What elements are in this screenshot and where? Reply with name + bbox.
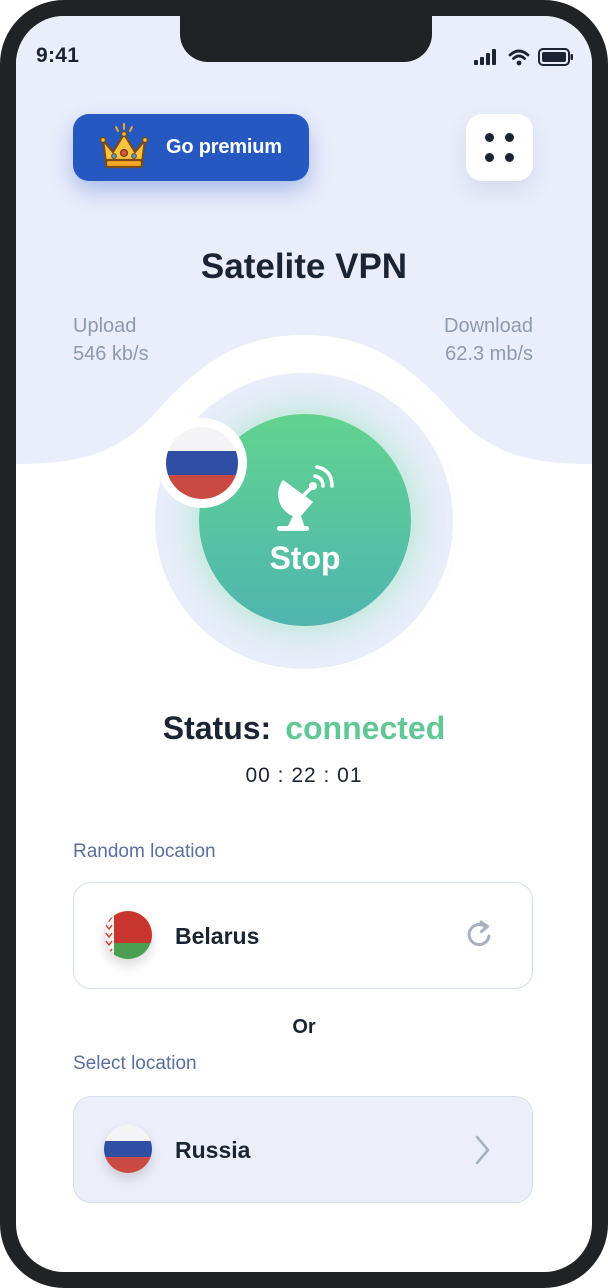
random-location-label: Random location xyxy=(73,841,216,862)
random-location-card[interactable]: Belarus xyxy=(73,882,533,989)
battery-icon xyxy=(538,48,573,66)
device-frame: 9:41 Go premium Satelite VPN Upload 546 … xyxy=(0,0,608,1288)
chevron-right-icon[interactable] xyxy=(472,1134,492,1166)
go-premium-button[interactable]: Go premium xyxy=(73,114,309,181)
select-location-card[interactable]: Russia xyxy=(73,1096,533,1203)
satellite-dish-icon xyxy=(277,465,334,531)
russia-flag-icon xyxy=(166,427,238,499)
menu-button[interactable] xyxy=(466,114,533,181)
wifi-icon xyxy=(508,49,530,65)
connection-timer: 00 : 22 : 01 xyxy=(245,764,363,787)
upload-label: Upload xyxy=(73,315,137,337)
or-divider: Or xyxy=(292,1016,316,1038)
current-location-badge[interactable] xyxy=(157,418,247,508)
crown-icon xyxy=(99,123,149,169)
upload-value: 546 kb/s xyxy=(73,343,149,365)
connection-status: Status: connected xyxy=(16,710,592,747)
status-label: Status: xyxy=(162,710,272,746)
select-location-name: Russia xyxy=(175,1137,251,1163)
status-value: connected xyxy=(285,710,446,746)
stop-label: Stop xyxy=(269,540,341,576)
russia-flag-icon xyxy=(104,1125,152,1173)
download-label: Download xyxy=(444,315,533,337)
system-icons xyxy=(474,48,574,66)
belarus-flag-icon xyxy=(104,911,152,959)
select-location-label: Select location xyxy=(73,1053,197,1074)
app-screen: 9:41 Go premium Satelite VPN Upload 546 … xyxy=(16,16,592,1272)
signal-icon xyxy=(474,49,496,65)
download-value: 62.3 mb/s xyxy=(445,343,533,365)
go-premium-label: Go premium xyxy=(166,136,282,158)
refresh-icon[interactable] xyxy=(466,919,494,949)
app-title: Satelite VPN xyxy=(200,247,408,286)
device-notch xyxy=(180,16,432,62)
clock-time: 9:41 xyxy=(36,44,80,67)
random-location-name: Belarus xyxy=(175,923,260,949)
